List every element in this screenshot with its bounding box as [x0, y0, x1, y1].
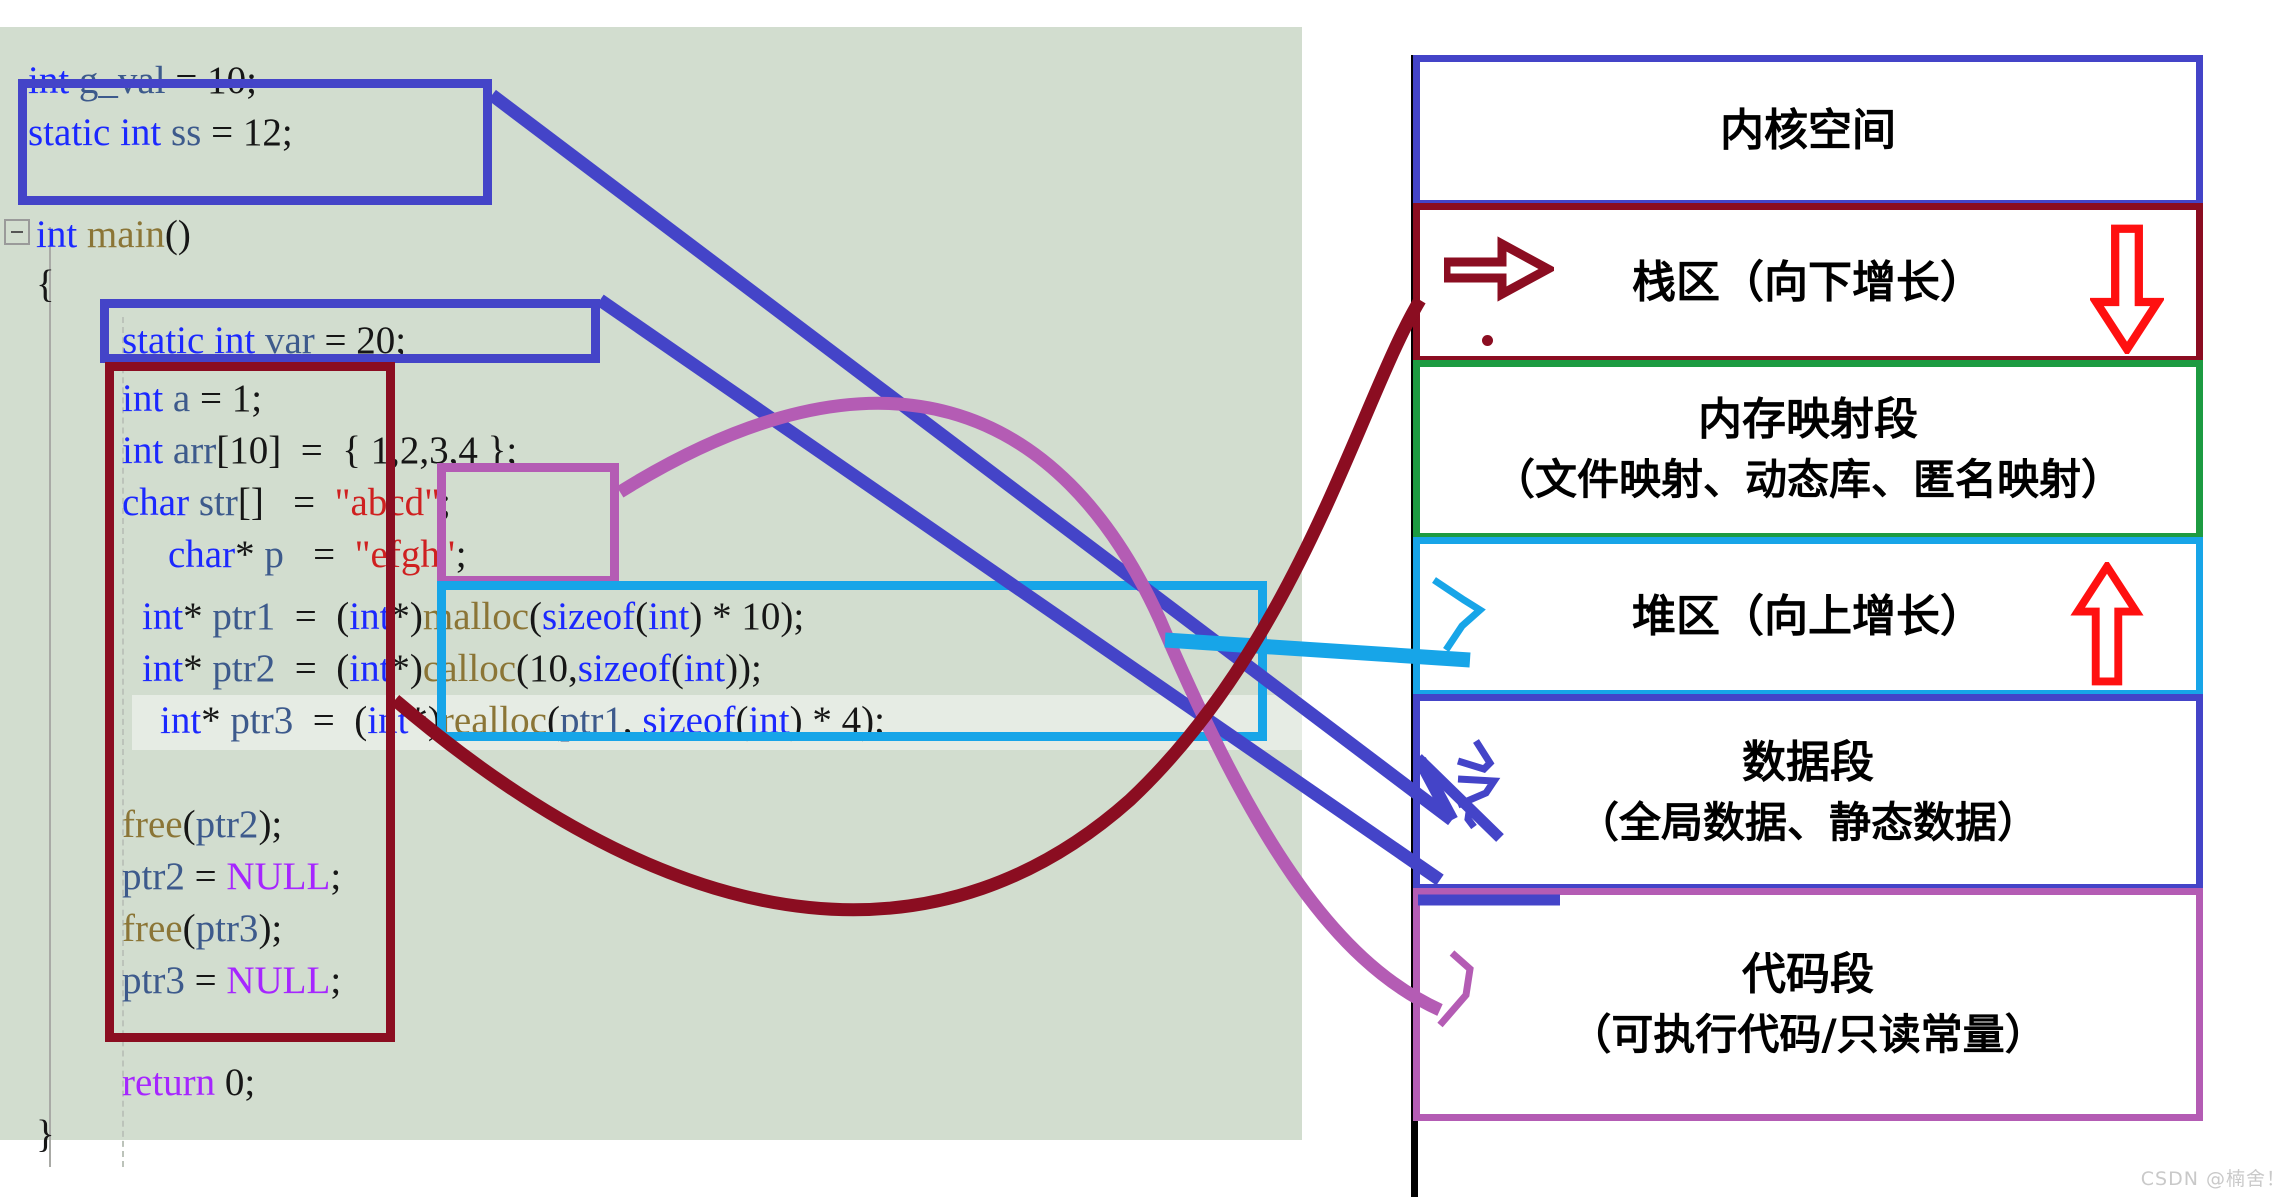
token-return: return: [122, 1061, 216, 1104]
segment-label-data-line1: 数据段: [1742, 736, 1874, 788]
segment-label-kernel-line1: 内核空间: [1720, 105, 1896, 156]
stack-dot-marker: [1482, 335, 1493, 346]
csdn-watermark: CSDN @楠舍！: [2140, 1168, 2286, 1190]
token-main: main: [86, 213, 165, 256]
memory-segment-data: 数据段 （全局数据、静态数据）: [1413, 694, 2203, 891]
memory-segment-mmap: 内存映射段 （文件映射、动态库、匿名映射）: [1413, 360, 2203, 540]
segment-label-mmap-line1: 内存映射段: [1698, 394, 1918, 445]
memory-layout-diagram: 内核空间 栈区（向下增长） 内存映射段 （文件映射、动态库、匿名映射） 堆区（向…: [1413, 55, 2203, 1197]
segment-label-mmap-line2: （文件映射、动态库、匿名映射）: [1492, 455, 2123, 504]
stack-growth-down-arrow-icon: [2090, 224, 2164, 354]
data-pointer-arrowheads-icon: [1456, 739, 1501, 830]
text-pointer-arrowhead-icon: [1437, 950, 1474, 1028]
code-line-brace-open: {: [36, 263, 55, 306]
heap-growth-up-arrow-icon: [2070, 562, 2144, 686]
segment-label-heap-line1: 堆区（向上增长）: [1632, 591, 1984, 642]
annotation-box-string-literals: [437, 463, 619, 585]
heap-pointer-arrowhead-icon: [1432, 577, 1486, 652]
memory-segment-heap: 堆区（向上增长）: [1413, 537, 2203, 697]
segment-label-data-line2: （全局数据、静态数据）: [1576, 797, 2039, 847]
annotation-box-stack-locals: [105, 362, 395, 1042]
memory-segment-kernel: 内核空间: [1413, 55, 2203, 207]
code-line-return: return 0;: [122, 1061, 256, 1104]
code-line-brace-close: }: [36, 1113, 55, 1156]
stack-pointer-arrow-icon: [1444, 236, 1554, 302]
code-fold-toggle[interactable]: [4, 219, 30, 245]
editor-gutter-rule: [49, 227, 51, 1167]
segment-label-text-line2: （可执行代码/只读常量）: [1569, 1009, 2047, 1059]
segment-label-stack-line1: 栈区（向下增长）: [1632, 257, 1984, 308]
memory-segment-stack: 栈区（向下增长）: [1413, 203, 2203, 363]
code-editor-panel: int g_val = 10; static int ss = 12; int …: [0, 27, 1302, 1167]
memory-segment-text: 代码段 （可执行代码/只读常量）: [1413, 888, 2203, 1121]
annotation-box-heap-allocs: [437, 581, 1267, 741]
code-line-main: int main(): [36, 213, 191, 256]
annotation-box-global-vars: [18, 79, 492, 205]
annotation-box-static-var: [100, 299, 600, 363]
segment-label-text-line1: 代码段: [1742, 948, 1874, 1000]
